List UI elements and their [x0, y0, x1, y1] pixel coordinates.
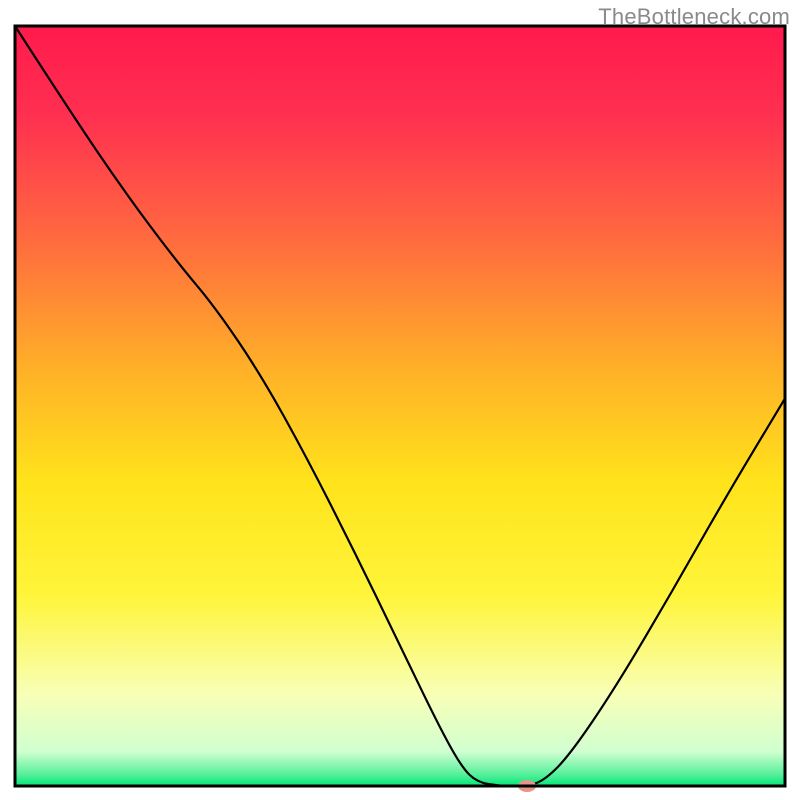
- gradient-background: [15, 26, 785, 786]
- chart-svg: [0, 0, 800, 800]
- watermark-text: TheBottleneck.com: [598, 4, 790, 30]
- bottleneck-chart: TheBottleneck.com: [0, 0, 800, 800]
